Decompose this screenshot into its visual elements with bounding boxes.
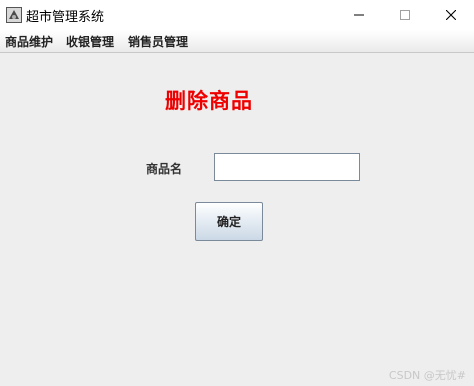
maximize-button[interactable] (382, 0, 428, 30)
menu-salesperson-management[interactable]: 销售员管理 (128, 33, 188, 50)
app-icon (6, 7, 22, 23)
watermark-text: CSDN @无忧# (388, 369, 466, 382)
close-button[interactable] (428, 0, 474, 30)
menu-bar: 商品维护 收银管理 销售员管理 (0, 30, 474, 53)
minimize-button[interactable] (336, 0, 382, 30)
menu-cashier-management[interactable]: 收银管理 (66, 33, 114, 50)
title-bar: 超市管理系统 (0, 0, 474, 30)
confirm-button[interactable]: 确定 (195, 202, 263, 241)
menu-product-maintenance[interactable]: 商品维护 (5, 33, 53, 50)
product-name-label: 商品名 (146, 162, 183, 176)
page-title: 删除商品 (165, 88, 253, 113)
product-name-input[interactable] (214, 153, 360, 181)
window-title: 超市管理系统 (26, 10, 105, 25)
maximize-icon (400, 10, 410, 20)
close-icon (446, 10, 456, 20)
minimize-icon (354, 14, 364, 16)
